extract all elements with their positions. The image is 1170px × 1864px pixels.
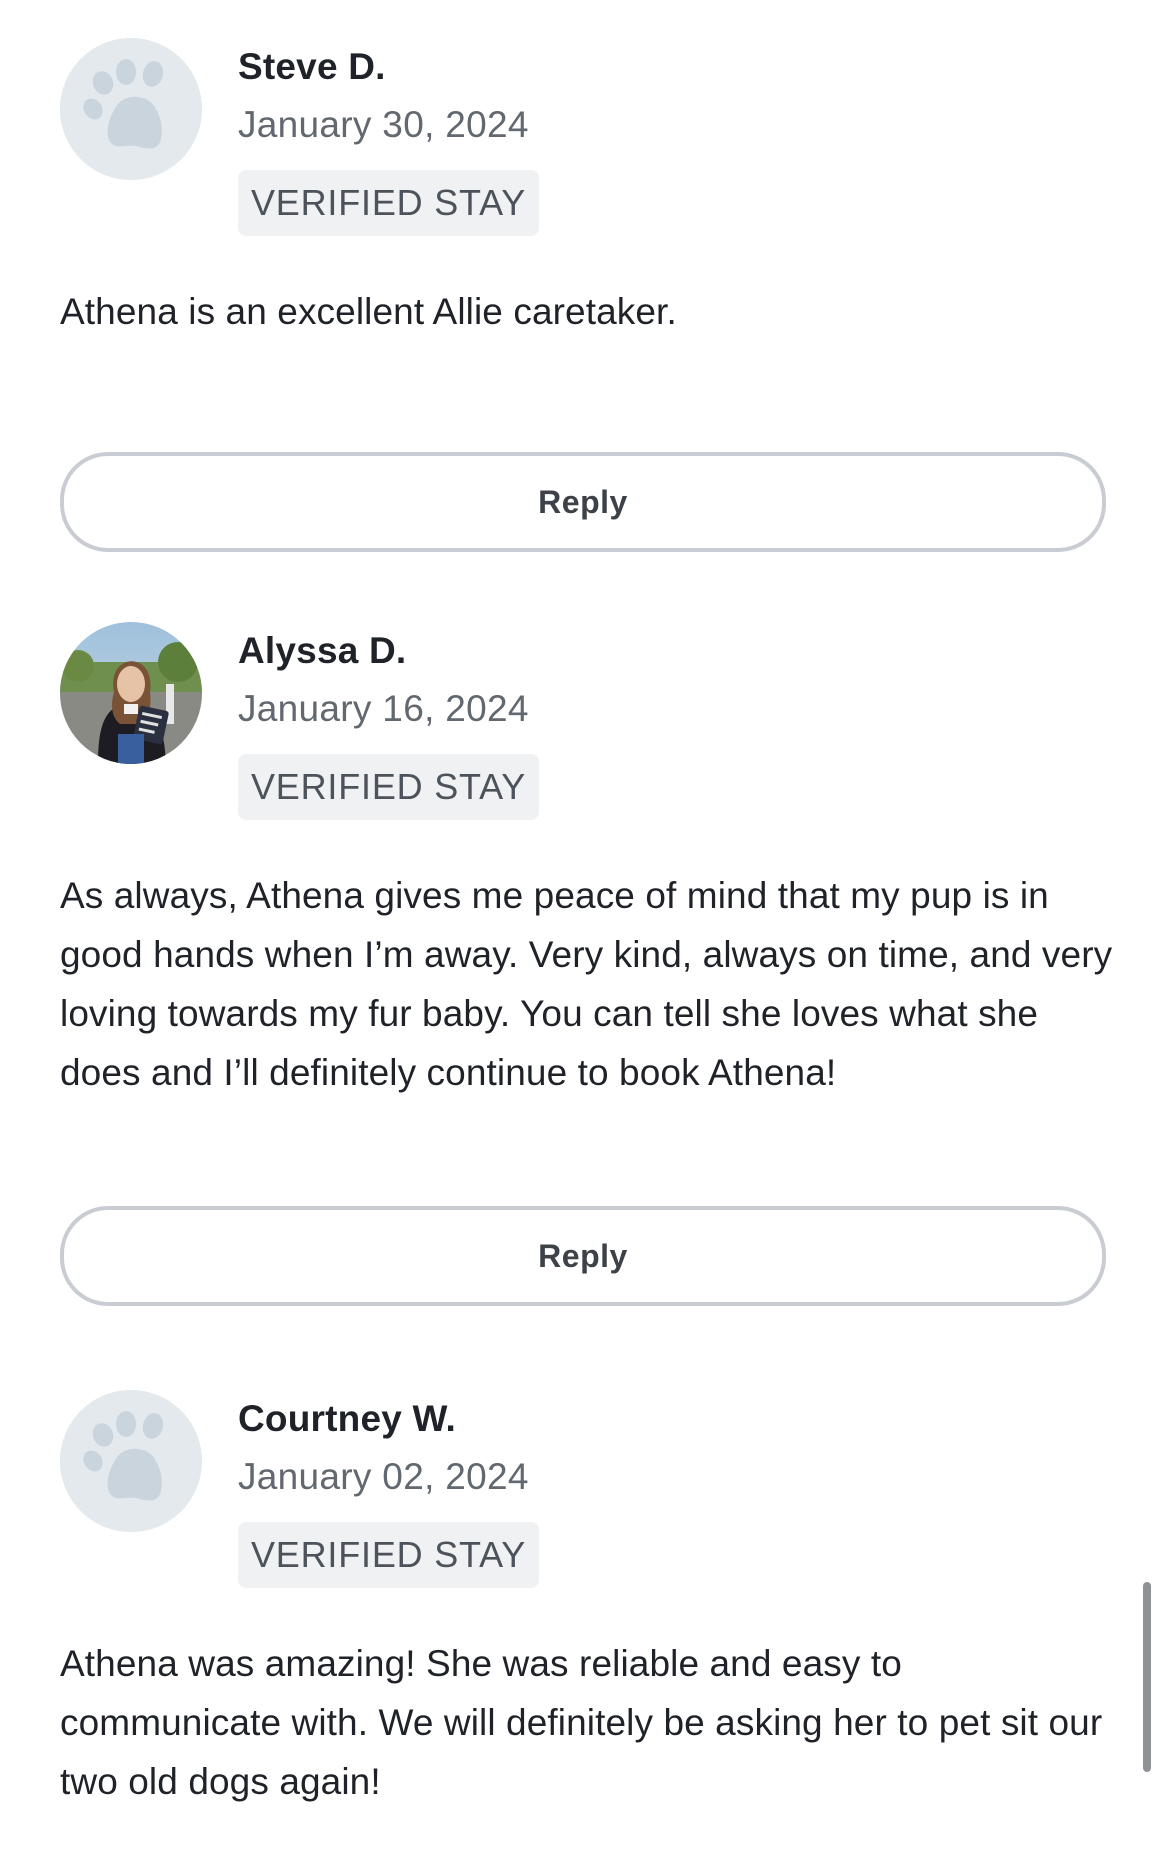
verified-stay-badge: VERIFIED STAY <box>238 754 540 820</box>
verified-stay-badge: VERIFIED STAY <box>238 1522 540 1588</box>
paw-placeholder-icon <box>60 1390 202 1532</box>
avatar <box>60 622 202 764</box>
review-text: Athena was amazing! She was reliable and… <box>60 1643 1103 1802</box>
profile-photo <box>60 622 202 764</box>
review-date: January 02, 2024 <box>238 1456 529 1497</box>
review-date: January 16, 2024 <box>238 688 529 729</box>
review-date: January 30, 2024 <box>238 104 529 145</box>
verified-stay-badge: VERIFIED STAY <box>238 170 540 236</box>
reply-button[interactable]: Reply <box>60 1206 1106 1306</box>
avatar <box>60 38 202 180</box>
paw-placeholder-icon <box>60 38 202 180</box>
scrollbar-thumb[interactable] <box>1143 1582 1151 1772</box>
reviewer-name: Steve D. <box>238 46 386 87</box>
reviews-feed: Steve D. January 30, 2024 VERIFIED STAY … <box>0 0 1170 1864</box>
avatar <box>60 1390 202 1532</box>
reply-button[interactable]: Reply <box>60 452 1106 552</box>
review-text: Athena is an excellent Allie caretaker. <box>60 291 677 332</box>
reviewer-name: Alyssa D. <box>238 630 407 671</box>
reviewer-name: Courtney W. <box>238 1398 457 1439</box>
review-text: As always, Athena gives me peace of mind… <box>60 875 1113 1093</box>
